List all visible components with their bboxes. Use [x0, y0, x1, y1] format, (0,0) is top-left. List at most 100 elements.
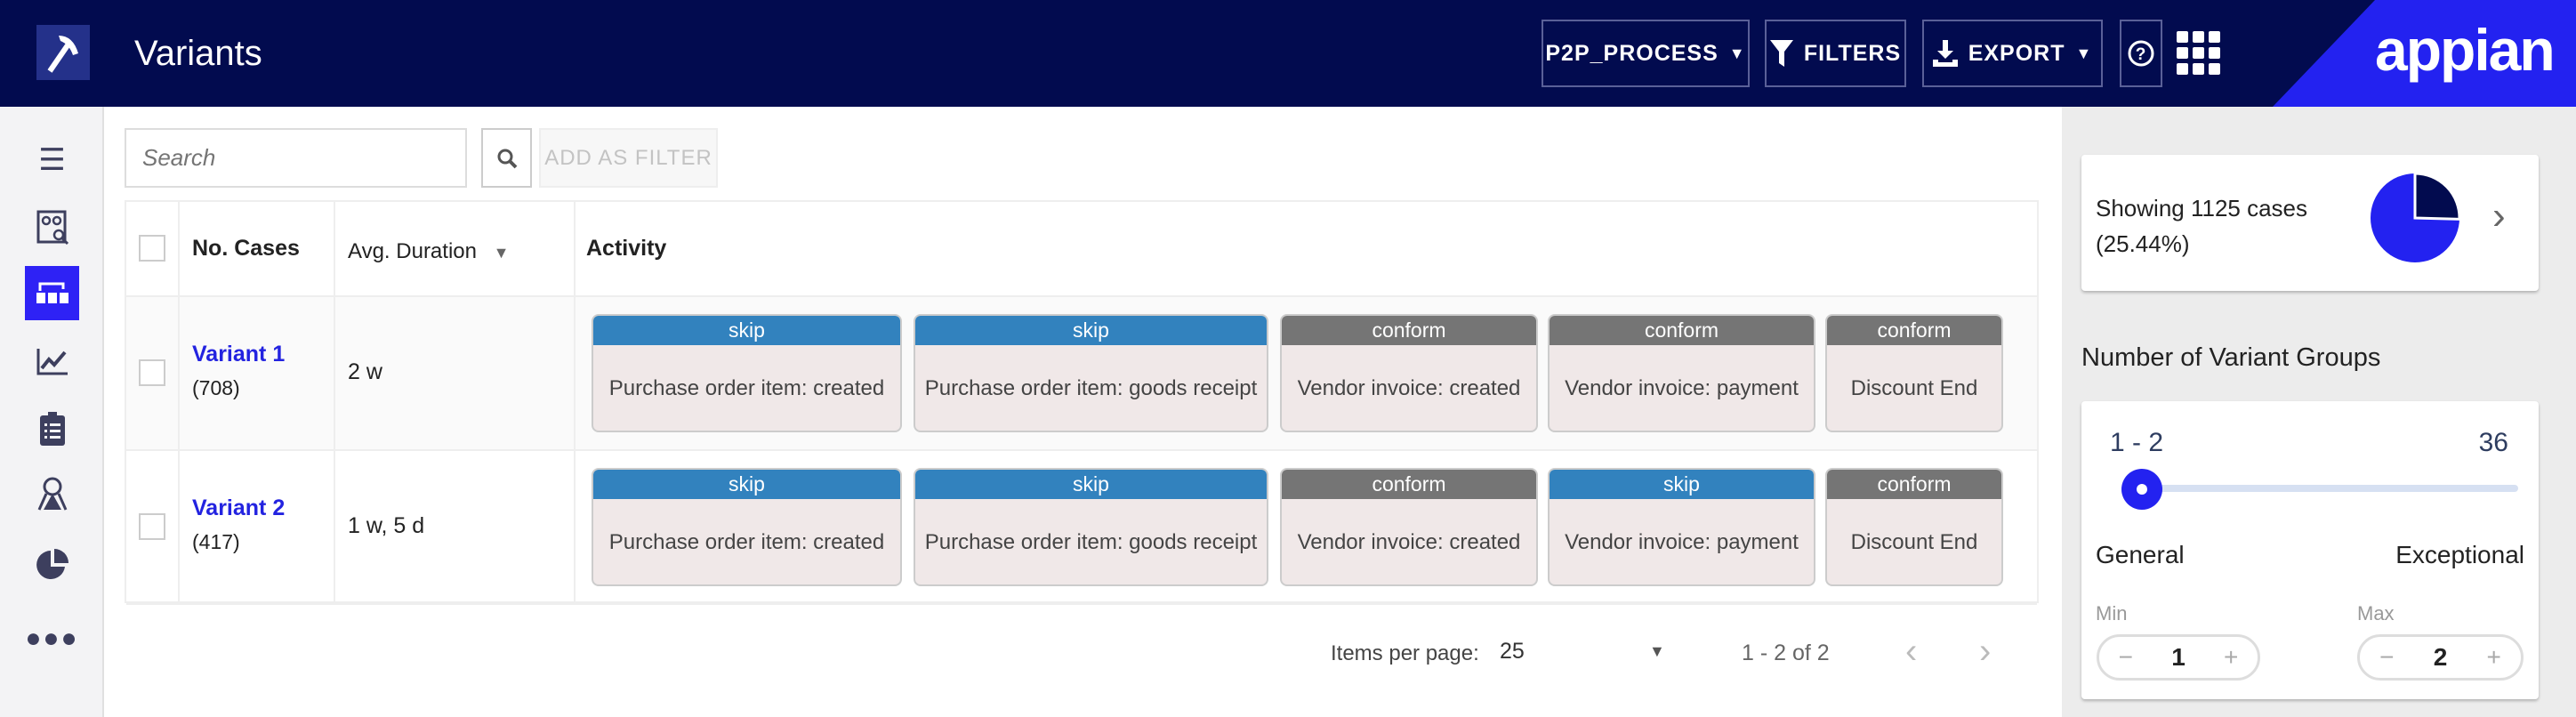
activity-label: Purchase order item: goods receipt — [924, 376, 1258, 400]
activity-label: Discount End — [1850, 530, 1978, 554]
cases-pie-chart — [2371, 173, 2460, 262]
variant-groups-title: Number of Variant Groups — [2081, 343, 2381, 372]
exceptional-label: Exceptional — [2395, 541, 2524, 568]
column-header-activity: Activity — [586, 236, 667, 261]
cases-summary-card[interactable]: Showing 1125 cases (25.44%) › — [2081, 155, 2539, 291]
select-all-checkbox[interactable] — [139, 235, 165, 262]
app-logo[interactable] — [36, 25, 90, 80]
minus-icon[interactable]: − — [2119, 643, 2133, 672]
filters-button[interactable]: FILTERS — [1765, 20, 1906, 87]
activity-tag: conform — [1827, 470, 2001, 499]
export-label: EXPORT — [1968, 40, 2065, 66]
add-as-filter-button[interactable]: ADD AS FILTER — [539, 128, 718, 188]
pickaxe-icon — [47, 36, 78, 73]
items-per-page-label: Items per page: — [1331, 641, 1479, 665]
activity-box[interactable]: skip Purchase order item: created — [592, 468, 902, 586]
activity-label: Vendor invoice: created — [1297, 530, 1521, 554]
sidebar-item-list[interactable]: ☰ — [25, 133, 79, 187]
variants-table: No. Cases Avg. Duration ▼ Activity Varia… — [125, 200, 2039, 605]
row-checkbox[interactable] — [139, 513, 165, 540]
activity-box[interactable]: conform Vendor invoice: created — [1280, 468, 1538, 586]
cases-count-text: Showing 1125 cases — [2096, 195, 2308, 222]
plus-icon[interactable]: + — [2224, 643, 2238, 672]
activity-box[interactable]: skip Purchase order item: goods receipt — [914, 314, 1268, 432]
activity-box[interactable]: conform Discount End — [1825, 314, 2003, 432]
column-header-cases[interactable]: No. Cases — [180, 202, 335, 295]
app-grid-button[interactable] — [2177, 31, 2221, 80]
items-per-page-select[interactable]: 25 ▼ — [1500, 639, 1678, 669]
max-stepper[interactable]: − 2 + — [2357, 634, 2524, 681]
process-search-icon — [36, 210, 68, 245]
appian-logo: appian — [2375, 17, 2556, 83]
chevron-left-icon: ‹ — [1905, 632, 1918, 671]
activity-tag: skip — [593, 470, 900, 499]
clipboard-icon — [39, 411, 65, 446]
plus-icon[interactable]: + — [2487, 643, 2501, 672]
slider-track[interactable] — [2136, 485, 2518, 492]
row-checkbox[interactable] — [139, 359, 165, 386]
chevron-right-icon: › — [1979, 632, 1992, 671]
more-icon: ●●● — [25, 623, 79, 653]
items-per-page-value: 25 — [1500, 639, 1525, 664]
search-icon — [497, 149, 517, 168]
general-label: General — [2096, 541, 2185, 568]
sidebar-item-checklist[interactable] — [25, 401, 79, 455]
activity-label: Vendor invoice: created — [1297, 376, 1521, 400]
prev-page-button[interactable]: ‹ — [1905, 632, 1917, 672]
sidebar-item-reports[interactable] — [25, 537, 79, 592]
activity-box[interactable]: skip Purchase order item: created — [592, 314, 902, 432]
activity-box[interactable]: skip Vendor invoice: payment — [1548, 468, 1815, 586]
activity-label: Purchase order item: created — [608, 530, 885, 554]
search-input[interactable] — [125, 128, 467, 188]
pie-selected-slice — [2413, 173, 2460, 221]
minus-icon[interactable]: − — [2379, 643, 2394, 672]
activity-label: Purchase order item: created — [608, 376, 885, 400]
variant-link[interactable]: Variant 1 — [192, 342, 321, 367]
activity-label: Vendor invoice: payment — [1565, 376, 1799, 400]
caret-down-icon: ▼ — [2075, 44, 2093, 62]
slider-thumb[interactable] — [2121, 469, 2162, 510]
help-button[interactable]: ? — [2120, 20, 2162, 87]
sidebar-item-more[interactable]: ●●● — [25, 611, 79, 665]
sidebar-item-process-search[interactable] — [25, 200, 79, 254]
svg-text:?: ? — [2136, 45, 2147, 64]
page-range: 1 - 2 of 2 — [1742, 640, 1830, 665]
process-dropdown[interactable]: P2P_PROCESS ▼ — [1542, 20, 1750, 87]
activity-box[interactable]: conform Discount End — [1825, 468, 2003, 586]
variant-count: (708) — [192, 376, 240, 399]
activity-box[interactable]: conform Vendor invoice: created — [1280, 314, 1538, 432]
list-icon: ☰ — [38, 142, 66, 177]
help-icon: ? — [2128, 40, 2154, 67]
activity-tag: conform — [1827, 316, 2001, 345]
sidebar-item-analytics[interactable] — [25, 334, 79, 388]
search-button[interactable] — [481, 128, 532, 188]
export-button[interactable]: EXPORT ▼ — [1922, 20, 2103, 87]
activity-tag: conform — [1282, 470, 1536, 499]
table-row[interactable]: Variant 1 (708) 2 w skip Purchase order … — [126, 297, 2037, 451]
filter-icon — [1769, 40, 1793, 67]
process-label: P2P_PROCESS — [1545, 40, 1719, 66]
max-value: 2 — [2433, 643, 2448, 671]
activity-tag: skip — [915, 316, 1267, 345]
activity-box[interactable]: conform Vendor invoice: payment — [1548, 314, 1815, 432]
variant-link[interactable]: Variant 2 — [192, 495, 321, 521]
range-max: 36 — [2478, 428, 2508, 457]
table-row[interactable]: Variant 2 (417) 1 w, 5 d skip Purchase o… — [126, 451, 2037, 605]
selected-range: 1 - 2 — [2110, 428, 2164, 457]
next-page-button[interactable]: › — [1979, 632, 1991, 672]
column-header-duration[interactable]: Avg. Duration ▼ — [335, 202, 576, 295]
filters-label: FILTERS — [1803, 40, 1902, 66]
caret-down-icon: ▼ — [1649, 642, 1665, 660]
variant-groups-card: 1 - 2 36 General Exceptional Min Max − 1 +… — [2081, 401, 2539, 699]
sidebar-item-variants[interactable] — [25, 266, 79, 320]
min-label: Min — [2096, 602, 2128, 624]
risk-icon — [37, 477, 67, 511]
activity-box[interactable]: skip Purchase order item: goods receipt — [914, 468, 1268, 586]
sidebar-item-risk[interactable] — [25, 466, 79, 520]
variants-icon — [36, 282, 68, 303]
min-stepper[interactable]: − 1 + — [2097, 634, 2260, 681]
chevron-right-icon[interactable]: › — [2492, 194, 2506, 238]
variant-duration: 1 w, 5 d — [335, 451, 576, 603]
min-value: 1 — [2171, 643, 2186, 671]
activity-label: Vendor invoice: payment — [1565, 530, 1799, 554]
